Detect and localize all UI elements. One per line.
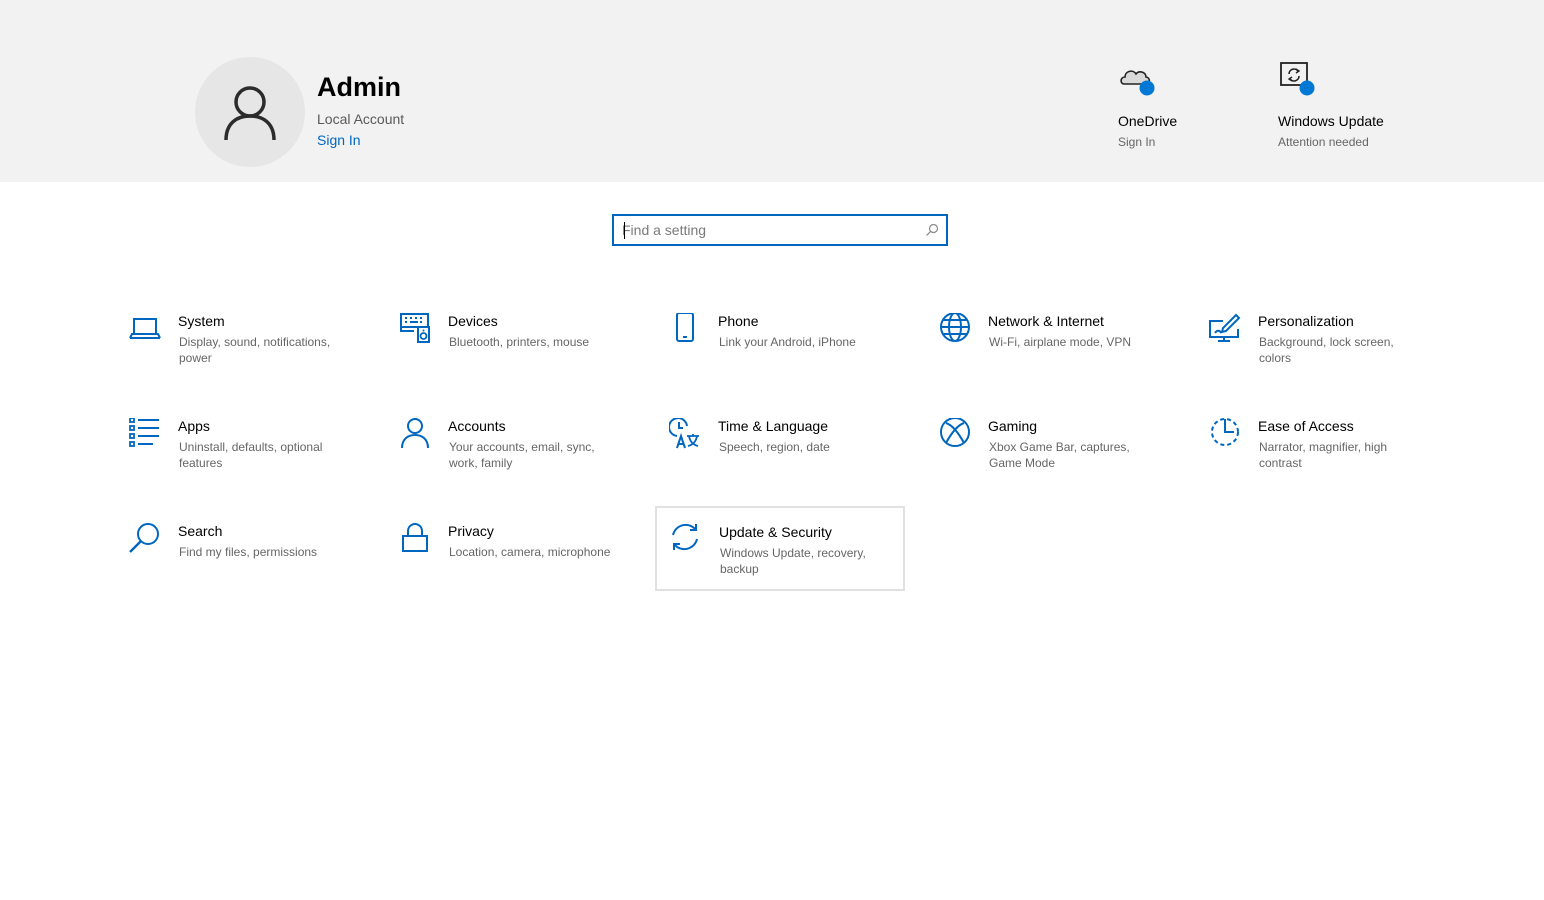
account-name: Admin: [317, 72, 401, 102]
account-sign-in-link[interactable]: Sign In: [317, 132, 361, 148]
tile-description: Bluetooth, printers, mouse: [449, 335, 590, 349]
settings-tile-apps[interactable]: Apps Uninstall, defaults, optional featu…: [129, 418, 379, 502]
settings-tile-ease-of-access[interactable]: Ease of Access Narrator, magnifier, high…: [1209, 418, 1459, 502]
settings-tile-privacy[interactable]: Privacy Location, camera, microphone: [399, 523, 649, 607]
tile-title: Phone: [718, 313, 759, 329]
keyboard-speaker-icon: [400, 313, 430, 343]
settings-tile-network[interactable]: Network & Internet Wi-Fi, airplane mode,…: [939, 313, 1189, 397]
tile-title: Update & Security: [719, 524, 832, 540]
search-icon[interactable]: [925, 223, 939, 237]
tile-description: Speech, region, date: [719, 440, 830, 454]
quick-link-title: Windows Update: [1278, 113, 1384, 129]
windows-update-icon: [1280, 62, 1315, 96]
user-avatar: [195, 57, 305, 167]
tile-description: Display, sound, notifications, power: [179, 335, 331, 365]
tile-title: Privacy: [448, 523, 494, 539]
onedrive-cloud-icon: [1120, 70, 1155, 96]
settings-tile-phone[interactable]: Phone Link your Android, iPhone: [669, 313, 919, 397]
quick-link-title: OneDrive: [1118, 113, 1178, 129]
magnifier-icon: [129, 523, 159, 553]
quick-link-onedrive[interactable]: OneDrive Sign In: [1118, 60, 1228, 160]
tile-title: Network & Internet: [988, 313, 1104, 329]
apps-list-icon: [129, 418, 159, 447]
tile-description: Your accounts, email, sync, work, family: [449, 440, 595, 470]
tile-description: Uninstall, defaults, optional features: [179, 440, 323, 470]
tile-description: Xbox Game Bar, captures, Game Mode: [989, 440, 1130, 470]
tile-description: Wi-Fi, airplane mode, VPN: [989, 335, 1132, 349]
user-avatar-icon: [224, 86, 276, 141]
tile-title: Time & Language: [718, 418, 828, 434]
sync-arrows-icon: [672, 523, 698, 551]
tile-description: Narrator, magnifier, high contrast: [1259, 440, 1388, 470]
paintbrush-icon: [1209, 313, 1241, 342]
tile-description: Location, camera, microphone: [449, 545, 611, 559]
settings-tile-devices[interactable]: Devices Bluetooth, printers, mouse: [399, 313, 649, 397]
settings-tile-update-security[interactable]: Update & Security Windows Update, recove…: [655, 506, 905, 591]
quick-link-subtitle: Sign In: [1118, 135, 1156, 149]
tile-title: Gaming: [988, 418, 1038, 434]
laptop-icon: [129, 318, 161, 339]
xbox-icon: [940, 418, 970, 447]
settings-tile-gaming[interactable]: Gaming Xbox Game Bar, captures, Game Mod…: [939, 418, 1189, 502]
tile-title: Devices: [448, 313, 498, 329]
settings-tile-system[interactable]: System Display, sound, notifications, po…: [129, 313, 379, 397]
text-caret: [624, 222, 625, 239]
padlock-icon: [402, 523, 428, 552]
tile-description: Link your Android, iPhone: [719, 335, 856, 349]
tile-description: Background, lock screen, colors: [1259, 335, 1394, 365]
tile-title: System: [178, 313, 225, 329]
tile-title: Search: [178, 523, 223, 539]
tile-title: Personalization: [1258, 313, 1354, 329]
tile-description: Windows Update, recovery, backup: [720, 546, 866, 576]
settings-search-box[interactable]: [612, 214, 948, 246]
tile-title: Apps: [178, 418, 210, 434]
phone-icon: [676, 313, 694, 342]
tile-title: Accounts: [448, 418, 506, 434]
quick-link-subtitle: Attention needed: [1278, 135, 1369, 149]
settings-tile-time-language[interactable]: Time & Language Speech, region, date: [669, 418, 919, 502]
tile-description: Find my files, permissions: [179, 545, 318, 559]
settings-tile-accounts[interactable]: Accounts Your accounts, email, sync, wor…: [399, 418, 649, 502]
ease-of-access-icon: [1211, 418, 1239, 446]
account-type: Local Account: [317, 111, 405, 127]
person-icon: [401, 418, 429, 449]
settings-tile-personalization[interactable]: Personalization Background, lock screen,…: [1209, 313, 1459, 397]
quick-link-windows-update[interactable]: Windows Update Attention needed: [1278, 60, 1408, 160]
settings-tile-search[interactable]: Search Find my files, permissions: [129, 523, 379, 607]
settings-search-input[interactable]: [622, 220, 912, 240]
tile-title: Ease of Access: [1258, 418, 1354, 434]
globe-icon: [940, 313, 970, 342]
account-header: Admin Local Account Sign In OneDrive Sig…: [0, 0, 1544, 182]
clock-language-icon: [669, 418, 699, 449]
